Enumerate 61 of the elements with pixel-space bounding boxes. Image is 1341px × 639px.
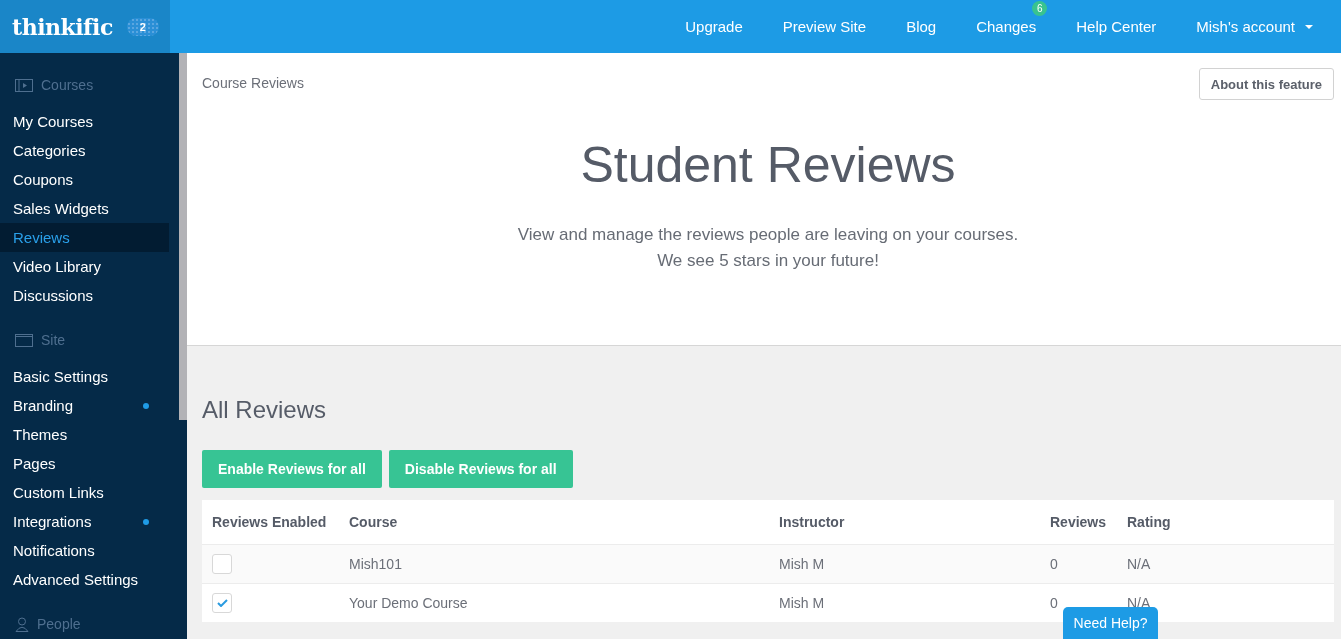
sidebar-item[interactable]: Coupons bbox=[0, 165, 169, 194]
section-heading: All Reviews bbox=[202, 396, 328, 424]
sidebar-item[interactable]: Custom Links bbox=[0, 478, 169, 507]
table-cell-text: 0 bbox=[1050, 594, 1059, 613]
column-header: Reviews Enabled bbox=[212, 513, 328, 532]
table-cell-text: Mish101 bbox=[349, 555, 403, 574]
page-title: Student Reviews bbox=[579, 136, 957, 194]
section-title: Courses bbox=[41, 77, 94, 93]
item-label: Video Library bbox=[13, 258, 102, 275]
subtitle: View and manage the reviews people are leaving on your courses. bbox=[516, 224, 1020, 246]
check-icon bbox=[216, 599, 228, 607]
item-label: Coupons bbox=[13, 171, 74, 188]
subtitle: We see 5 stars in your future! bbox=[656, 250, 880, 272]
item-label: Categories bbox=[13, 142, 86, 159]
column-header: Instructor bbox=[779, 513, 846, 532]
sidebar-item[interactable]: My Courses bbox=[0, 107, 169, 136]
sidebar-item[interactable]: Categories bbox=[0, 136, 169, 165]
sidebar-item[interactable]: Themes bbox=[0, 420, 169, 449]
screen-icon bbox=[15, 333, 33, 347]
scrollbar-thumb[interactable] bbox=[179, 53, 187, 420]
column-header: Rating bbox=[1127, 513, 1172, 532]
item-label: Branding bbox=[13, 397, 74, 414]
section-title: Site bbox=[41, 332, 66, 348]
sidebar-item[interactable]: Sales Widgets bbox=[0, 194, 169, 223]
section-title: People bbox=[37, 616, 81, 632]
sidebar-item[interactable]: Reviews bbox=[0, 223, 169, 252]
column-header: Reviews bbox=[1050, 513, 1108, 532]
sidebar-item[interactable]: Discussions bbox=[0, 281, 169, 310]
column-header: Course bbox=[349, 513, 399, 532]
sidebar-item[interactable]: Branding bbox=[0, 391, 169, 420]
table-cell-text: 0 bbox=[1050, 555, 1059, 574]
item-label: Discussions bbox=[13, 287, 94, 304]
logo[interactable]: thinkific bbox=[12, 13, 113, 40]
video-icon bbox=[15, 78, 33, 92]
person-icon bbox=[15, 616, 29, 632]
sidebar-item[interactable]: Pages bbox=[0, 449, 169, 478]
item-label: Basic Settings bbox=[13, 368, 109, 385]
notification-badge[interactable]: 2 bbox=[126, 17, 159, 36]
checkbox[interactable] bbox=[212, 554, 232, 574]
item-label: Themes bbox=[13, 426, 68, 443]
breadcrumb: Course Reviews bbox=[202, 75, 304, 91]
table-cell-text: Mish M bbox=[779, 555, 826, 574]
checkbox[interactable] bbox=[212, 593, 232, 613]
sidebar-item[interactable]: Notifications bbox=[0, 536, 169, 565]
sidebar-item[interactable]: Advanced Settings bbox=[0, 565, 169, 594]
item-label: Reviews bbox=[13, 229, 70, 246]
about-button[interactable]: About this feature bbox=[1198, 68, 1334, 100]
item-label: Pages bbox=[13, 455, 56, 472]
item-label: Integrations bbox=[13, 513, 92, 530]
item-label: Notifications bbox=[13, 542, 95, 559]
item-label: Sales Widgets bbox=[13, 200, 109, 217]
sidebar-item[interactable]: Video Library bbox=[0, 252, 169, 281]
count-badge: 6 bbox=[1032, 1, 1048, 16]
item-label: My Courses bbox=[13, 113, 94, 130]
table-cell-text: Mish M bbox=[779, 594, 826, 613]
item-label: Custom Links bbox=[13, 484, 104, 501]
table-cell-text: Your Demo Course bbox=[349, 594, 469, 613]
sidebar-item[interactable]: Basic Settings bbox=[0, 362, 169, 391]
table-cell-text: N/A bbox=[1127, 555, 1152, 574]
item-label: Advanced Settings bbox=[13, 571, 139, 588]
sidebar-item[interactable]: Integrations bbox=[0, 507, 169, 536]
